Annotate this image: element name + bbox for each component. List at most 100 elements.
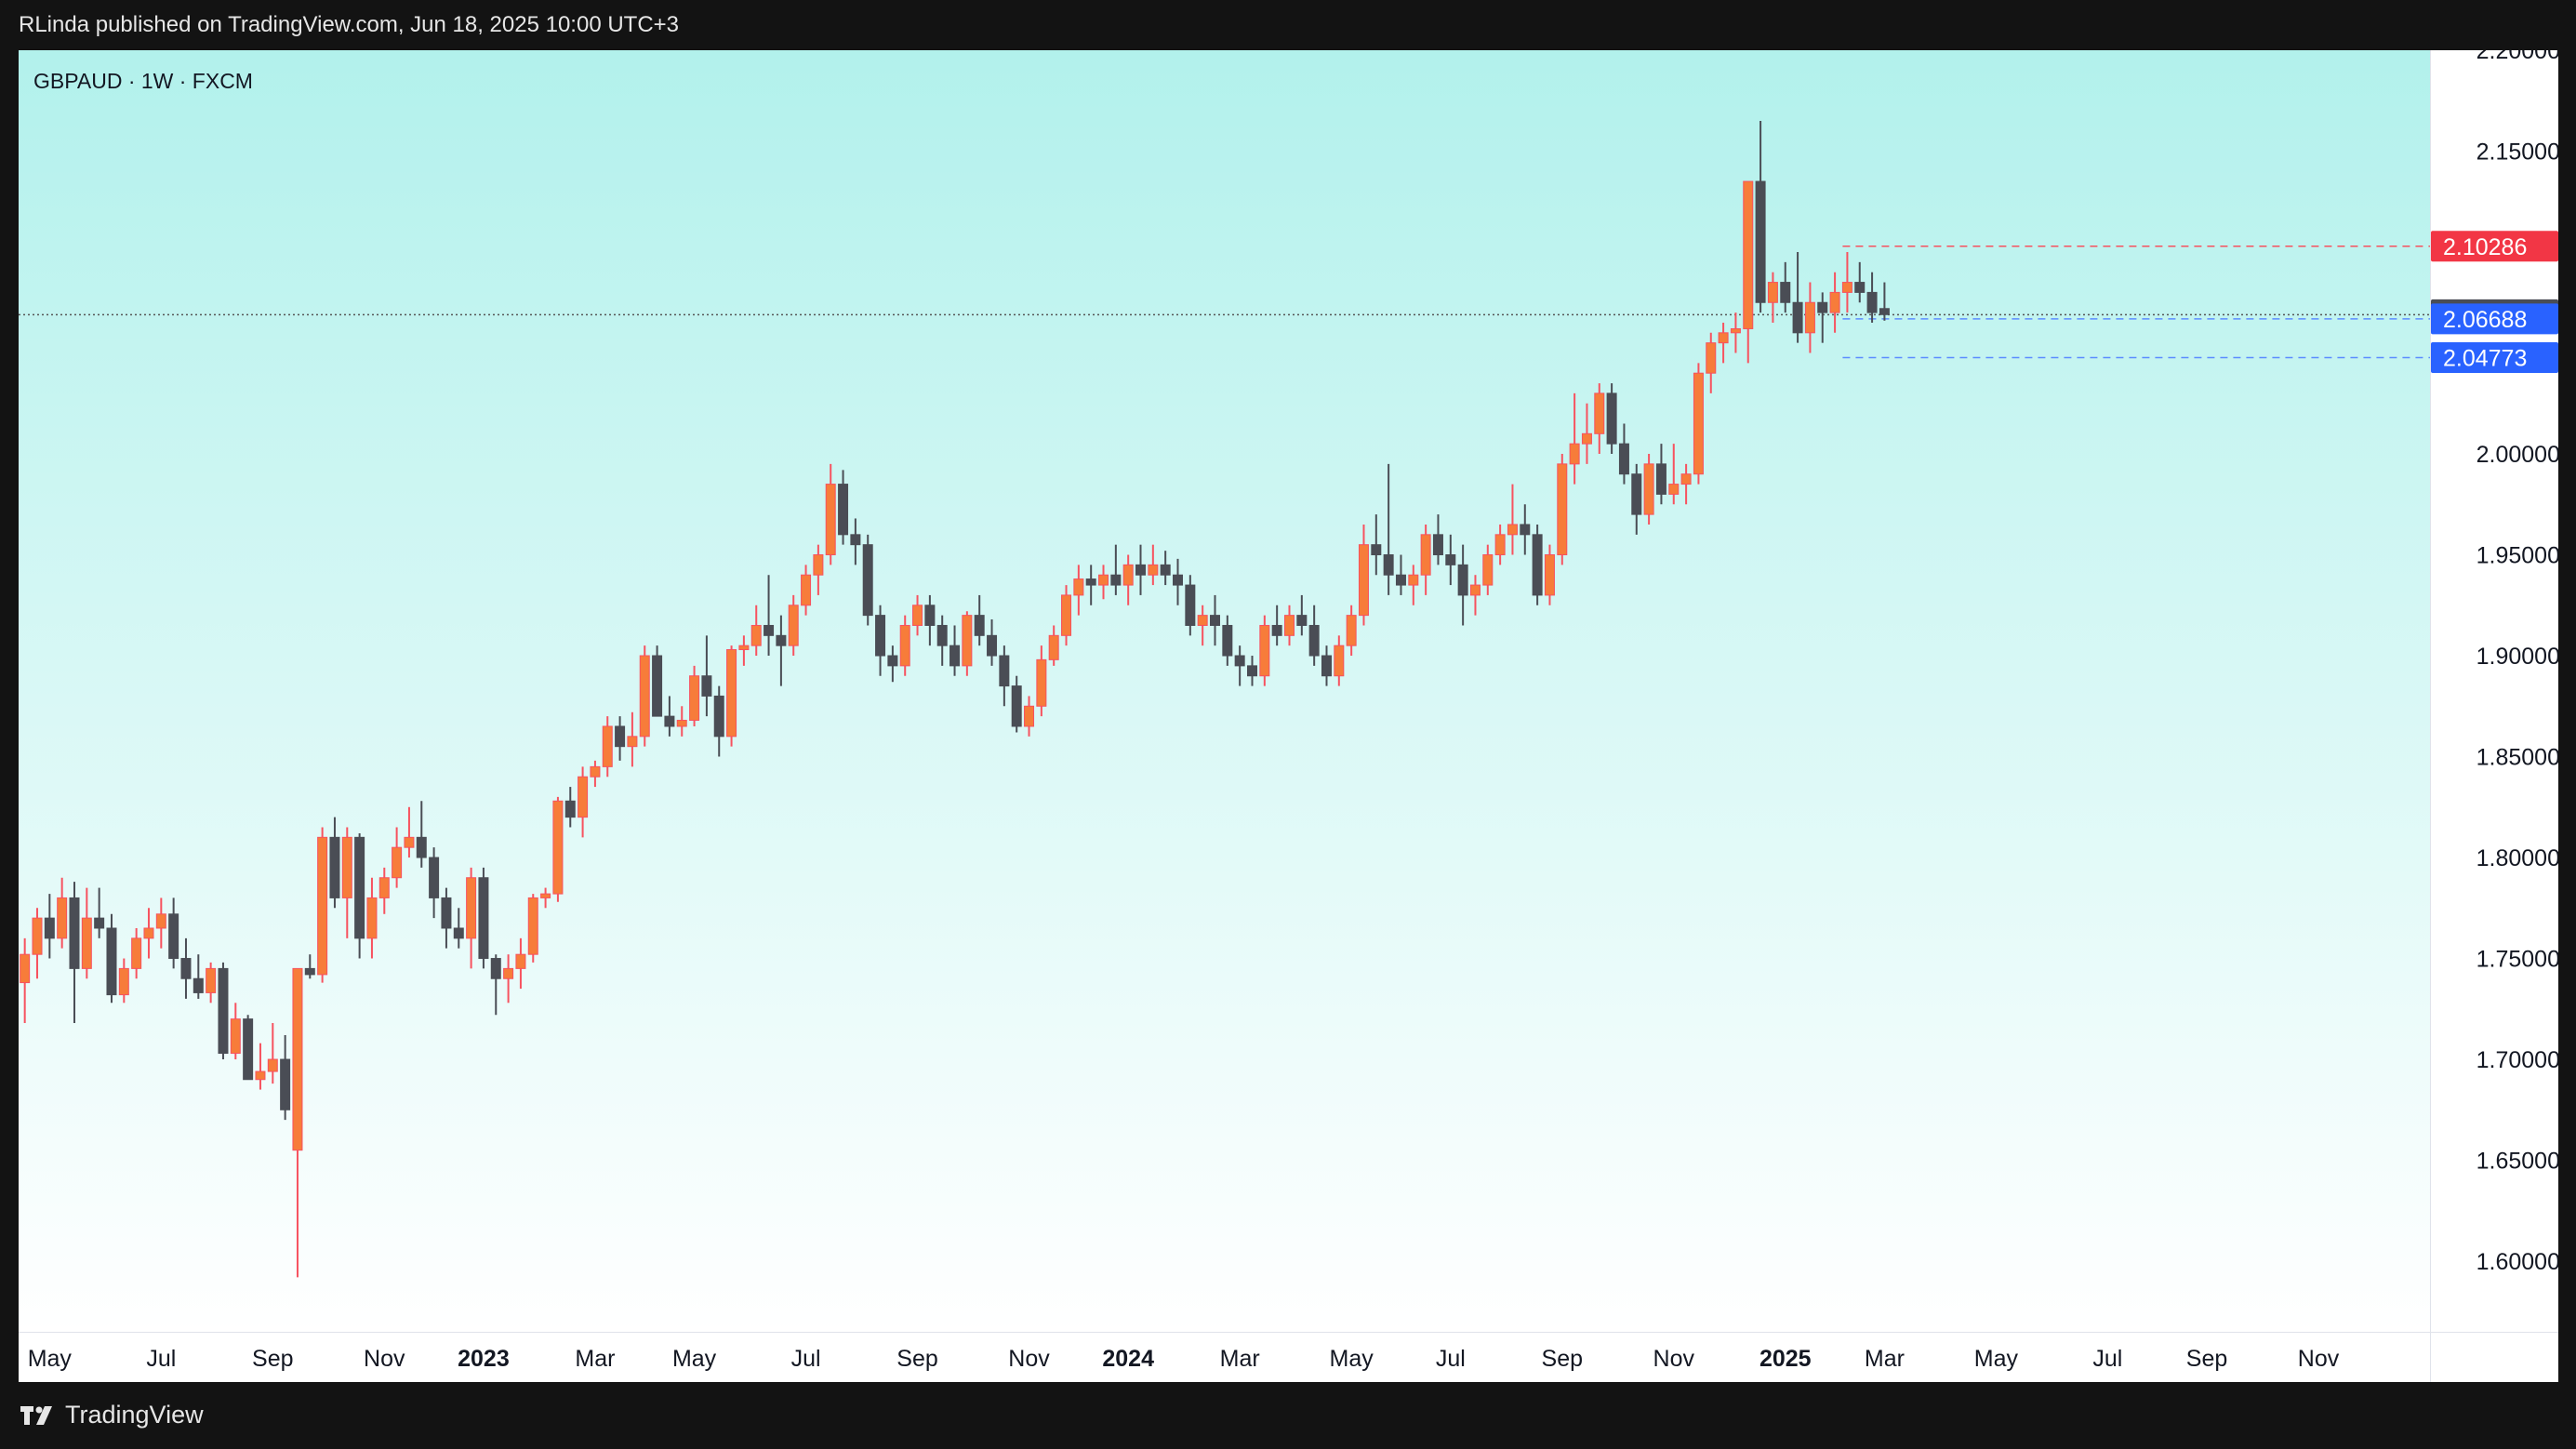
candle-body bbox=[1743, 180, 1754, 329]
published-text: RLinda published on TradingView.com, Jun… bbox=[19, 12, 680, 37]
candle-body bbox=[1755, 180, 1766, 303]
candle-body bbox=[1557, 463, 1568, 556]
candle-body bbox=[1036, 658, 1047, 707]
candle-body bbox=[280, 1058, 291, 1110]
candle-body bbox=[788, 605, 799, 646]
candle-body bbox=[1246, 665, 1257, 677]
candle-body bbox=[1655, 463, 1666, 495]
candle-body bbox=[341, 836, 352, 898]
candle-body bbox=[131, 937, 142, 969]
candle-body bbox=[1569, 443, 1580, 465]
candle-body bbox=[1334, 645, 1345, 677]
candle-body bbox=[578, 776, 589, 818]
candlestick-chart[interactable]: 1.60000 1.65000 1.70000 1.75000 1.80000 1.850… bbox=[19, 50, 2558, 1382]
price-tick-label: 1.80000 bbox=[2476, 845, 2558, 871]
candle-body bbox=[243, 1018, 254, 1081]
time-tick-label: Sep bbox=[1542, 1346, 1583, 1372]
candle-body bbox=[1271, 624, 1282, 636]
price-tick-label: 2.20000 bbox=[2476, 50, 2558, 64]
candle-body bbox=[304, 967, 315, 976]
candle-body bbox=[416, 836, 427, 858]
footer-bar: TradingView bbox=[0, 1382, 2576, 1449]
time-tick-label: May bbox=[1330, 1346, 1374, 1372]
candle-body bbox=[1383, 554, 1394, 576]
candle-body bbox=[1581, 432, 1592, 445]
candle-body bbox=[1371, 544, 1382, 556]
candle-body bbox=[81, 917, 92, 969]
candle-body bbox=[218, 967, 229, 1055]
candle-body bbox=[974, 615, 985, 636]
candle-body bbox=[441, 897, 452, 929]
candle-body bbox=[1061, 594, 1072, 636]
candle-body bbox=[1532, 534, 1543, 596]
candle-body bbox=[1780, 282, 1791, 303]
tradingview-brand[interactable]: TradingView bbox=[19, 1401, 204, 1429]
candle-body bbox=[738, 645, 750, 651]
price-tick-label: 1.85000 bbox=[2476, 745, 2558, 771]
candle-body bbox=[664, 715, 675, 727]
candle-body bbox=[466, 877, 477, 939]
tradingview-brand-label: TradingView bbox=[65, 1401, 204, 1429]
candle-body bbox=[1210, 615, 1221, 626]
candle-body bbox=[750, 624, 762, 646]
candle-body bbox=[44, 917, 55, 939]
candle-body bbox=[527, 897, 538, 955]
candle-body bbox=[875, 615, 886, 657]
candle-body bbox=[1160, 564, 1171, 576]
candle-body bbox=[267, 1058, 278, 1072]
candle-body bbox=[1173, 574, 1184, 586]
candle-body bbox=[230, 1018, 241, 1055]
candle-body bbox=[1283, 615, 1295, 636]
candle-body bbox=[713, 695, 724, 738]
candle-body bbox=[813, 554, 824, 576]
candle-body bbox=[899, 624, 910, 667]
time-tick-label: Mar bbox=[1220, 1346, 1260, 1372]
candle-body bbox=[1854, 282, 1866, 293]
candle-body bbox=[1469, 584, 1481, 596]
candle-body bbox=[1767, 282, 1778, 303]
symbol-label[interactable]: GBPAUD · 1W · FXCM bbox=[33, 69, 253, 94]
candle-body bbox=[1866, 291, 1878, 313]
candle-body bbox=[838, 484, 849, 536]
candle-body bbox=[1222, 624, 1233, 657]
price-label-value: 2.10286 bbox=[2443, 234, 2527, 260]
candle-body bbox=[801, 574, 812, 606]
candle-body bbox=[936, 624, 948, 646]
candle-body bbox=[1631, 473, 1642, 515]
price-tick-label: 1.75000 bbox=[2476, 947, 2558, 973]
price-tick-label: 1.70000 bbox=[2476, 1047, 2558, 1073]
candle-body bbox=[1122, 564, 1134, 586]
candle-body bbox=[1507, 524, 1518, 536]
time-tick-label: Jul bbox=[791, 1346, 821, 1372]
candle-body bbox=[1135, 564, 1147, 576]
candle-body bbox=[20, 953, 31, 984]
candle-body bbox=[392, 846, 403, 879]
candle-body bbox=[32, 917, 43, 955]
candle-body bbox=[155, 913, 166, 929]
publication-bar: RLinda published on TradingView.com, Jun… bbox=[0, 0, 2576, 50]
candle-body bbox=[1296, 615, 1308, 626]
time-tick-label: Nov bbox=[1008, 1346, 1050, 1372]
candle-body bbox=[564, 800, 576, 818]
time-tick-label: Nov bbox=[1653, 1346, 1695, 1372]
time-tick-label: Sep bbox=[252, 1346, 293, 1372]
candle-body bbox=[1482, 554, 1494, 586]
candle-body bbox=[1358, 544, 1369, 617]
candle-body bbox=[1085, 578, 1096, 586]
candle-body bbox=[1606, 392, 1617, 445]
candle-body bbox=[999, 655, 1010, 687]
candle-body bbox=[1594, 392, 1605, 434]
candle-body bbox=[1011, 685, 1022, 727]
candle-body bbox=[255, 1070, 266, 1081]
time-tick-label: Mar bbox=[1865, 1346, 1905, 1372]
candle-body bbox=[378, 877, 390, 898]
candle-body bbox=[652, 655, 663, 717]
candle-body bbox=[887, 655, 898, 667]
candle-body bbox=[1346, 615, 1357, 646]
chart-frame[interactable]: 1.60000 1.65000 1.70000 1.75000 1.80000 1.850… bbox=[19, 50, 2558, 1382]
candle-body bbox=[987, 634, 998, 657]
candle-body bbox=[639, 655, 650, 738]
time-tick-label: Sep bbox=[2186, 1346, 2227, 1372]
candle-body bbox=[1693, 372, 1704, 475]
candle-body bbox=[764, 624, 775, 636]
